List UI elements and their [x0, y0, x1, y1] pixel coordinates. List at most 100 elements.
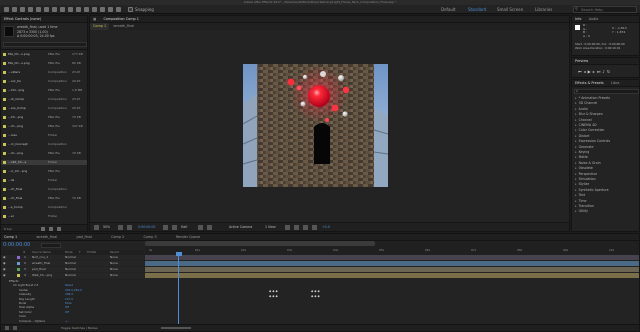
timeline-icon[interactable]: [303, 225, 308, 230]
effect-category[interactable]: ▸ Matte: [575, 155, 588, 160]
tab-info[interactable]: Info: [572, 16, 584, 22]
roto-brush-tool-icon[interactable]: [108, 7, 113, 12]
effect-category[interactable]: ▸ Utility: [575, 209, 588, 214]
project-row[interactable]: ...ch_final Composition: [1, 187, 87, 192]
effect-category[interactable]: ▸ Obsolete: [575, 166, 593, 171]
project-row[interactable]: ...ds Folder: [1, 178, 87, 183]
effect-category[interactable]: ▸ Distort: [575, 134, 589, 139]
project-row[interactable]: ...ices Folder: [1, 133, 87, 138]
project-row[interactable]: ...olid_Ch...s Folder: [1, 160, 87, 165]
project-row[interactable]: ...olders Composition 23.9?: [1, 70, 87, 75]
region-of-interest-icon[interactable]: [198, 225, 203, 230]
keyframe-center[interactable]: ◆ ◆ ◆: [269, 289, 278, 293]
snapshot-icon[interactable]: [163, 225, 168, 230]
project-row[interactable]: ...m_Concept Composition: [1, 142, 87, 147]
keyframe-intensity[interactable]: ◆ ◆ ◆: [269, 294, 278, 298]
timeline-search-input[interactable]: [41, 243, 61, 248]
disclosure-triangle-icon[interactable]: ▸: [575, 128, 577, 132]
hand-tool-icon[interactable]: [20, 7, 25, 12]
playhead-line[interactable]: [178, 255, 179, 325]
project-row[interactable]: ...s_Comp Composition: [1, 205, 87, 210]
pan-behind-tool-icon[interactable]: [52, 7, 57, 12]
tab-preview[interactable]: Preview: [572, 58, 591, 64]
tab-composition-comp-1[interactable]: Composition Comp 1: [101, 16, 142, 22]
disclosure-triangle-icon[interactable]: ▸: [575, 188, 577, 192]
search-help-field[interactable]: ⚲ Search Help: [573, 6, 637, 13]
disclosure-triangle-icon[interactable]: ▸: [575, 150, 577, 154]
tab-render-queue[interactable]: Render Queue: [173, 234, 203, 240]
effect-category[interactable]: ▸ Transition: [575, 204, 594, 209]
effect-category[interactable]: ▸ Stylize: [575, 182, 589, 187]
effect-category[interactable]: ▸ Generate: [575, 145, 594, 150]
layer-mode[interactable]: Normal: [65, 261, 76, 266]
tab-pad-final[interactable]: pad_final: [73, 234, 94, 240]
time-ruler[interactable]: 0s 01s 02s 03s 04s 05s 06s 07s 08s 09s 10s: [145, 241, 639, 255]
views-dropdown[interactable]: 1 View: [265, 223, 276, 231]
disclosure-triangle-icon[interactable]: ▸: [575, 172, 577, 176]
layer-bar-1[interactable]: [145, 255, 639, 260]
project-search-input[interactable]: [3, 42, 87, 47]
lock-icon[interactable]: ■: [90, 16, 99, 22]
layer-row[interactable]: ◉ 4 Wall_Ch...png Normal None: [1, 273, 144, 278]
exposure-value[interactable]: +0.0: [322, 223, 330, 231]
mask-visibility-icon[interactable]: [127, 225, 132, 230]
disclosure-triangle-icon[interactable]: ▸: [575, 134, 577, 138]
layer-row[interactable]: ◉ 3 pad_final Normal None: [1, 267, 144, 272]
project-row[interactable]: ...ch_final PNG file 79 KB: [1, 196, 87, 201]
layer-parent[interactable]: None: [110, 255, 118, 260]
playhead-handle[interactable]: [176, 252, 182, 256]
tab-comp-2[interactable]: Comp 2: [108, 234, 127, 240]
expand-icon[interactable]: [5, 326, 9, 330]
project-row[interactable]: MG_Ch...s.png PNG file 177 KB: [1, 52, 87, 57]
subtab-comp-1[interactable]: Comp 1: [90, 23, 110, 30]
layer-mode[interactable]: Normal: [65, 273, 76, 278]
tab-comp-3[interactable]: Comp 3: [141, 234, 160, 240]
disclosure-triangle-icon[interactable]: ▸: [575, 112, 577, 116]
label-color-swatch[interactable]: [17, 262, 20, 265]
disclosure-triangle-icon[interactable]: ▸: [575, 166, 577, 170]
layer-parent[interactable]: None: [110, 267, 118, 272]
workspace-default[interactable]: Default: [441, 6, 456, 13]
work-area-bar[interactable]: [145, 241, 375, 246]
project-row[interactable]: ...ers_Comp Composition 29.97: [1, 106, 87, 111]
effect-category[interactable]: ▸ Noise & Grain: [575, 161, 601, 166]
puppet-tool-icon[interactable]: [116, 7, 121, 12]
disclosure-triangle-icon[interactable]: ▸: [575, 177, 577, 181]
eye-icon[interactable]: ◉: [3, 273, 6, 278]
layer-parent[interactable]: None: [110, 273, 118, 278]
effect-category[interactable]: ▸ Audio: [575, 107, 588, 112]
comp-viewer-canvas[interactable]: [243, 64, 388, 187]
tab-libraries[interactable]: Libra: [608, 80, 622, 86]
disclosure-triangle-icon[interactable]: ▸: [575, 118, 577, 122]
label-color-swatch[interactable]: [17, 274, 20, 277]
always-preview-icon[interactable]: [94, 225, 99, 230]
collapse-icon[interactable]: [13, 326, 17, 330]
toggle-pixel-aspect-icon[interactable]: [285, 225, 290, 230]
workspace-standard[interactable]: Standard: [468, 6, 486, 13]
effect-category[interactable]: ▸ 3D Channel: [575, 101, 597, 106]
selection-tool-icon[interactable]: [12, 7, 17, 12]
pen-tool-icon[interactable]: [68, 7, 73, 12]
snapping-checkbox[interactable]: [128, 7, 133, 12]
resolution-dropdown[interactable]: Half: [181, 223, 187, 231]
zoom-dropdown[interactable]: 50%: [103, 223, 110, 231]
layer-bar-2[interactable]: [145, 261, 639, 266]
loop-icon[interactable]: ↻: [607, 69, 612, 74]
project-row[interactable]: ...Chr...png PNG file 1.8 MB: [1, 88, 87, 93]
keyframe-intensity-2[interactable]: ◆ ◆ ◆: [311, 294, 320, 298]
project-row[interactable]: ...er Folder: [1, 214, 87, 219]
eraser-tool-icon[interactable]: [100, 7, 105, 12]
effect-category[interactable]: ▸ Perspective: [575, 172, 597, 177]
camera-tool-icon[interactable]: [44, 7, 49, 12]
flowchart-icon[interactable]: [312, 225, 317, 230]
effect-category[interactable]: ▸ Expression Controls: [575, 139, 610, 144]
disclosure-triangle-icon[interactable]: ▸: [575, 199, 577, 203]
workspace-libraries[interactable]: Libraries: [535, 6, 552, 13]
layer-row[interactable]: ◉ 1 Null_cnu_1 Normal None: [1, 255, 144, 260]
project-row[interactable]: ...oor_tin Composition 29.97: [1, 79, 87, 84]
project-row[interactable]: ...ic_Ch...png PNG file: [1, 169, 87, 174]
effects-search-input[interactable]: ρ: [574, 89, 639, 94]
current-time-display[interactable]: 0:00:00:00: [138, 223, 155, 231]
effect-category[interactable]: ▸ * Animation Presets: [575, 96, 610, 101]
zoom-tool-icon[interactable]: [28, 7, 33, 12]
